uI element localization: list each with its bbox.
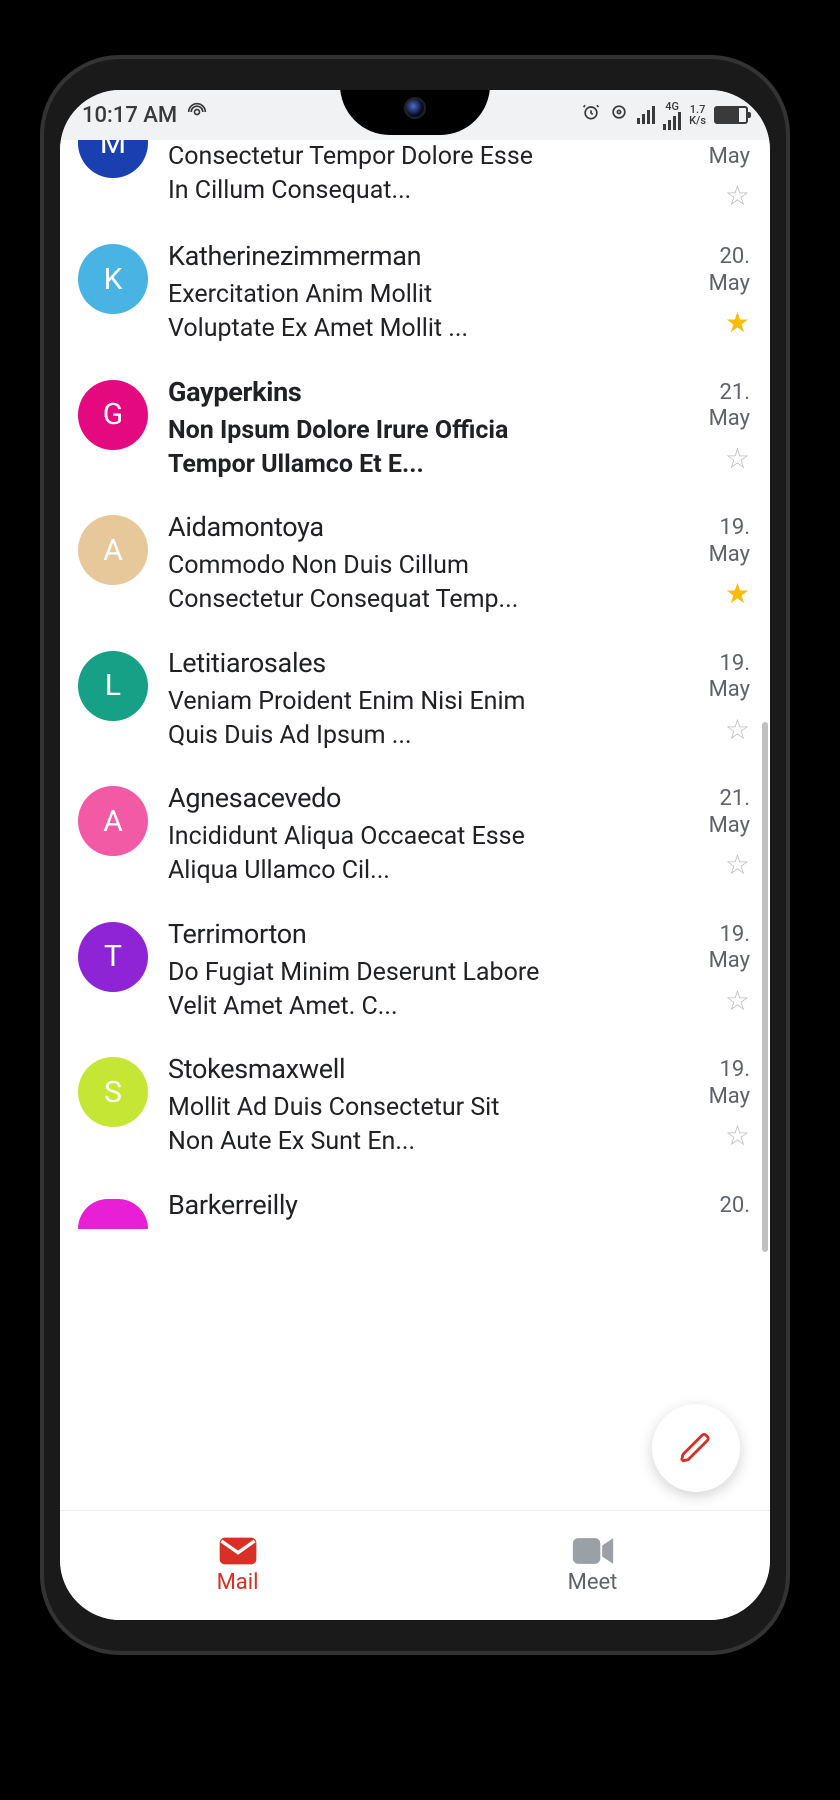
email-meta: 19.May ☆ xyxy=(680,918,750,1015)
email-date: 19.May xyxy=(709,651,750,704)
avatar[interactable]: L xyxy=(78,651,148,721)
front-camera xyxy=(404,97,426,119)
email-meta: 19.May ☆ xyxy=(680,1053,750,1150)
bottom-nav: Mail Meet xyxy=(60,1510,770,1620)
star-icon[interactable]: ☆ xyxy=(725,1122,750,1150)
star-icon[interactable]: ★ xyxy=(725,580,750,608)
email-row[interactable]: M Consectetur Tempor Dolore EsseIn Cillum… xyxy=(60,140,770,224)
email-body[interactable]: Consectetur Tempor Dolore EsseIn Cillum … xyxy=(168,140,660,208)
sender: Barkerreilly xyxy=(168,1189,660,1221)
email-body[interactable]: Stokesmaxwell Mollit Ad Duis Consectetur … xyxy=(168,1053,660,1159)
subject: Commodo Non Duis CillumConsectetur Conse… xyxy=(168,549,660,617)
avatar[interactable]: A xyxy=(78,515,148,585)
email-date: 21.May xyxy=(709,380,750,433)
nav-meet-label: Meet xyxy=(568,1570,618,1595)
sender: Letitiarosales xyxy=(168,647,660,679)
video-icon xyxy=(571,1536,615,1566)
avatar[interactable] xyxy=(78,1199,148,1229)
sender: Agnesacevedo xyxy=(168,782,660,814)
nav-meet[interactable]: Meet xyxy=(415,1511,770,1620)
email-body[interactable]: Gayperkins Non Ipsum Dolore Irure Officia… xyxy=(168,376,660,482)
email-row[interactable]: G Gayperkins Non Ipsum Dolore Irure Offici… xyxy=(60,360,770,496)
email-meta: 21.May ☆ xyxy=(680,376,750,473)
star-icon[interactable]: ☆ xyxy=(725,716,750,744)
avatar[interactable]: A xyxy=(78,786,148,856)
subject: Exercitation Anim MollitVoluptate Ex Ame… xyxy=(168,278,660,346)
compose-button[interactable] xyxy=(652,1404,740,1492)
email-row[interactable]: A Agnesacevedo Incididunt Aliqua Occaecat … xyxy=(60,766,770,902)
alarm-icon xyxy=(581,102,601,128)
hotspot-icon xyxy=(187,102,207,128)
email-date: 20. xyxy=(719,1193,750,1219)
sender: Stokesmaxwell xyxy=(168,1053,660,1085)
email-date: 21.May xyxy=(709,786,750,839)
avatar[interactable]: M xyxy=(78,140,148,178)
email-body[interactable]: Agnesacevedo Incididunt Aliqua Occaecat E… xyxy=(168,782,660,888)
email-body[interactable]: Aidamontoya Commodo Non Duis CillumConsec… xyxy=(168,511,660,617)
subject: Veniam Proident Enim Nisi EnimQuis Duis … xyxy=(168,685,660,753)
sender: Aidamontoya xyxy=(168,511,660,543)
pencil-icon xyxy=(679,1431,713,1465)
email-body[interactable]: Terrimorton Do Fugiat Minim Deserunt Labo… xyxy=(168,918,660,1024)
subject: Mollit Ad Duis Consectetur SitNon Aute E… xyxy=(168,1091,660,1159)
star-icon[interactable]: ☆ xyxy=(725,445,750,473)
nav-mail[interactable]: Mail xyxy=(60,1511,415,1620)
signal2-icon xyxy=(663,112,681,130)
status-time: 10:17 AM xyxy=(82,103,177,128)
signal-icon xyxy=(637,106,655,124)
email-row[interactable]: T Terrimorton Do Fugiat Minim Deserunt Lab… xyxy=(60,902,770,1038)
subject: Incididunt Aliqua Occaecat EsseAliqua Ul… xyxy=(168,820,660,888)
email-body[interactable]: Barkerreilly xyxy=(168,1189,660,1227)
net-speed-unit: K/s xyxy=(689,115,706,126)
avatar[interactable]: G xyxy=(78,380,148,450)
sender: Terrimorton xyxy=(168,918,660,950)
sender: Gayperkins xyxy=(168,376,660,408)
email-date: May xyxy=(709,144,750,170)
email-meta: May ☆ xyxy=(680,140,750,210)
email-meta: 19.May ★ xyxy=(680,511,750,608)
avatar[interactable]: T xyxy=(78,922,148,992)
email-date: 19.May xyxy=(709,515,750,568)
email-list[interactable]: M Consectetur Tempor Dolore EsseIn Cillum… xyxy=(60,140,770,1510)
star-icon[interactable]: ☆ xyxy=(725,182,750,210)
star-icon[interactable]: ★ xyxy=(725,309,750,337)
sender: Katherinezimmerman xyxy=(168,240,660,272)
email-row[interactable]: L Letitiarosales Veniam Proident Enim Nisi… xyxy=(60,631,770,767)
nav-mail-label: Mail xyxy=(217,1570,259,1595)
location-icon xyxy=(609,102,629,128)
email-meta: 21.May ☆ xyxy=(680,782,750,879)
avatar[interactable]: K xyxy=(78,244,148,314)
subject: Consectetur Tempor Dolore EsseIn Cillum … xyxy=(168,140,660,208)
email-date: 20.May xyxy=(709,244,750,297)
email-body[interactable]: Katherinezimmerman Exercitation Anim Moll… xyxy=(168,240,660,346)
avatar[interactable]: S xyxy=(78,1057,148,1127)
email-meta: 20.May ★ xyxy=(680,240,750,337)
star-icon[interactable]: ☆ xyxy=(725,851,750,879)
email-meta: 19.May ☆ xyxy=(680,647,750,744)
email-date: 19.May xyxy=(709,922,750,975)
email-meta: 20. xyxy=(680,1189,750,1219)
scroll-indicator[interactable] xyxy=(762,722,768,1252)
email-row[interactable]: Barkerreilly 20. xyxy=(60,1173,770,1229)
email-body[interactable]: Letitiarosales Veniam Proident Enim Nisi … xyxy=(168,647,660,753)
screen: 10:17 AM 4G xyxy=(60,90,770,1620)
mail-icon xyxy=(218,1536,258,1566)
email-row[interactable]: K Katherinezimmerman Exercitation Anim Mol… xyxy=(60,224,770,360)
subject: Non Ipsum Dolore Irure OfficiaTempor Ull… xyxy=(168,414,660,482)
email-row[interactable]: A Aidamontoya Commodo Non Duis CillumConse… xyxy=(60,495,770,631)
network-type: 4G xyxy=(665,101,679,112)
star-icon[interactable]: ☆ xyxy=(725,987,750,1015)
subject: Do Fugiat Minim Deserunt LaboreVelit Ame… xyxy=(168,956,660,1024)
battery-icon xyxy=(714,106,748,124)
email-row[interactable]: S Stokesmaxwell Mollit Ad Duis Consectetur… xyxy=(60,1037,770,1173)
email-date: 19.May xyxy=(709,1057,750,1110)
